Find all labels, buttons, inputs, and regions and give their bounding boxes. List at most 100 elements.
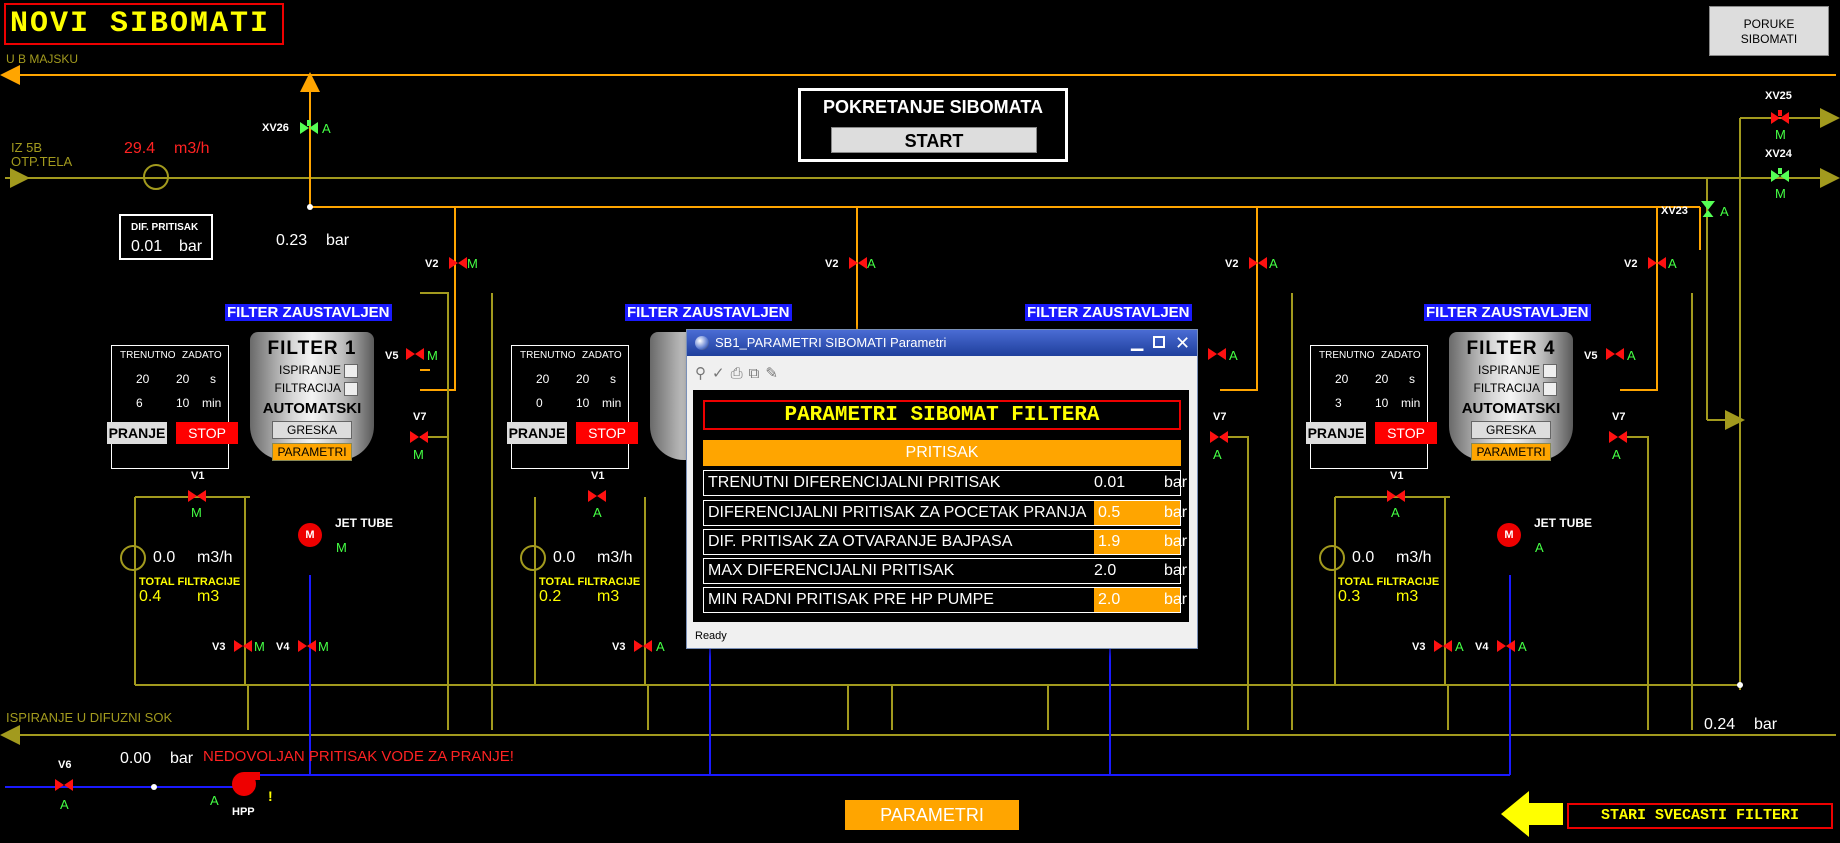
valve-xv23-label: XV23	[1661, 205, 1688, 217]
table-header-zadato: ZADATO	[182, 350, 222, 361]
filter3-v5-icon[interactable]	[1208, 346, 1226, 362]
filter1-total-value: 0.4	[139, 588, 162, 605]
filter1-v3-state: M	[254, 639, 265, 654]
filter2-pranje-button[interactable]: PRANJE	[507, 422, 567, 444]
filter1-total-unit: m3	[197, 588, 220, 605]
filter4-flow-unit: m3/h	[1396, 549, 1432, 566]
table-cell: 6	[136, 396, 143, 410]
filter1-v2-icon[interactable]	[449, 255, 467, 271]
table-cell[interactable]: 20	[576, 372, 589, 386]
filter1-vessel[interactable]: FILTER 1 ISPIRANJE FILTRACIJA AUTOMATSKI…	[250, 332, 374, 461]
filter1-filtracija-label: FILTRACIJA	[274, 380, 341, 395]
valve-xv23-icon[interactable]	[1699, 201, 1717, 217]
filter4-v7-icon[interactable]	[1609, 429, 1627, 445]
filter2-v3-icon[interactable]	[634, 638, 652, 654]
valve-xv25-label: XV25	[1765, 90, 1792, 102]
filter4-v3-icon[interactable]	[1434, 638, 1452, 654]
table-cell: 20	[136, 372, 150, 386]
filter4-v5-icon[interactable]	[1606, 346, 1624, 362]
filter4-total-value: 0.3	[1338, 588, 1361, 605]
filter1-flowmeter-icon	[120, 545, 146, 571]
filter3-v7-icon[interactable]	[1210, 429, 1228, 445]
valve-xv26-icon[interactable]	[300, 120, 318, 136]
filter2-v1-icon[interactable]	[588, 488, 606, 504]
filter4-v2-icon[interactable]	[1648, 255, 1666, 271]
filter4-parametri-button[interactable]: PARAMETRI	[1471, 442, 1551, 461]
dialog-heading: PARAMETRI SIBOMAT FILTERA	[703, 400, 1181, 430]
table-unit: s	[610, 372, 616, 386]
filter1-v4-icon[interactable]	[298, 638, 316, 654]
filter2-flowmeter-icon	[520, 545, 546, 571]
v2-label: V2	[1624, 258, 1638, 270]
print-icon[interactable]: ⎙	[731, 365, 749, 382]
filter1-stop-button[interactable]: STOP	[176, 422, 238, 444]
param-unit: bar	[1164, 474, 1188, 491]
table-cell[interactable]: 10	[1375, 396, 1388, 410]
dif-pritisak-label: DIF. PRITISAK	[131, 222, 199, 233]
filter4-motor-icon[interactable]: M	[1497, 523, 1521, 547]
v7-label: V7	[1213, 411, 1227, 423]
table-header-trenutno: TRENUTNO	[520, 350, 576, 361]
table-cell[interactable]: 10	[576, 396, 589, 410]
valve-v6-icon[interactable]	[55, 777, 73, 793]
filter1-v7-icon[interactable]	[410, 429, 428, 445]
filter2-v2-icon[interactable]	[849, 255, 867, 271]
filter1-parametri-button[interactable]: PARAMETRI	[272, 442, 352, 461]
table-unit: min	[202, 396, 222, 410]
valve-xv24-state: M	[1775, 186, 1786, 201]
hp-pump-icon[interactable]	[228, 770, 262, 798]
filter4-pranje-button[interactable]: PRANJE	[1306, 422, 1366, 444]
table-cell: 20	[536, 372, 550, 386]
table-header-zadato: ZADATO	[582, 350, 622, 361]
filter4-vessel[interactable]: FILTER 4 ISPIRANJE FILTRACIJA AUTOMATSKI…	[1449, 332, 1573, 461]
table-cell[interactable]: 20	[1375, 372, 1388, 386]
filter1-v3-icon[interactable]	[234, 638, 252, 654]
pokretanje-panel: POKRETANJE SIBOMATA START	[798, 88, 1068, 162]
table-cell: 20	[1335, 372, 1349, 386]
edit-icon[interactable]: ✎	[765, 365, 784, 382]
zoom-icon[interactable]: ⚲	[695, 365, 712, 382]
poruke-sibomati-button[interactable]: PORUKE SIBOMATI	[1709, 6, 1829, 56]
parametri-button[interactable]: PARAMETRI	[845, 800, 1019, 830]
filter3-v2-icon[interactable]	[1249, 255, 1267, 271]
table-cell[interactable]: 10	[176, 396, 189, 410]
filter1-mode: AUTOMATSKI	[262, 399, 362, 417]
filter1-greska-button[interactable]: GRESKA	[272, 420, 352, 439]
param-row: DIF. PRITISAK ZA OTVARANJE BAJPASA 1.9 b…	[703, 529, 1187, 555]
filter4-v1-state: A	[1391, 505, 1400, 520]
filter1-v1-icon[interactable]	[188, 488, 206, 504]
filter4-greska-button[interactable]: GRESKA	[1471, 420, 1551, 439]
table-unit: s	[1409, 372, 1415, 386]
filter4-v1-icon[interactable]	[1387, 488, 1405, 504]
hpp-state: A	[210, 793, 219, 808]
filter4-v4-icon[interactable]	[1497, 638, 1515, 654]
minimize-icon[interactable]: ▁	[1131, 330, 1143, 356]
start-button[interactable]: START	[831, 127, 1037, 153]
pressure-bottom-unit: bar	[170, 750, 194, 767]
stari-svecasti-filteri-button[interactable]: STARI SVECASTI FILTERI	[1567, 803, 1833, 829]
dialog-titlebar[interactable]: SB1_PARAMETRI SIBOMATI Parametri ▁ ✕	[687, 330, 1197, 356]
valve-xv24-icon[interactable]	[1771, 168, 1789, 184]
maximize-icon[interactable]	[1153, 336, 1165, 348]
filter1-motor-icon[interactable]: M	[298, 523, 322, 547]
filter1-pranje-button[interactable]: PRANJE	[107, 422, 167, 444]
check-icon[interactable]: ✓	[712, 365, 731, 382]
filter2-stop-button[interactable]: STOP	[576, 422, 638, 444]
filter1-v5-icon[interactable]	[406, 346, 424, 362]
dialog-toolbar: ⚲✓⎙⧉✎	[695, 364, 784, 382]
v7-label: V7	[413, 411, 427, 423]
filter4-total-unit: m3	[1396, 588, 1419, 605]
close-icon[interactable]: ✕	[1175, 330, 1190, 356]
inlet-flowmeter-icon	[143, 164, 169, 190]
table-cell[interactable]: 20	[176, 372, 189, 386]
filter4-timer-table: TRENUTNO ZADATO 20 20 s 3 10 min	[1310, 345, 1428, 469]
filter2-flow-value: 0.0	[553, 549, 576, 566]
v3-label: V3	[612, 641, 626, 653]
filter4-stop-button[interactable]: STOP	[1375, 422, 1437, 444]
filter1-ispiranje-checkbox	[344, 363, 358, 378]
param-value: 2.0	[1094, 562, 1117, 579]
filter3-v2-state: A	[1269, 256, 1278, 271]
valve-xv25-icon[interactable]	[1771, 110, 1789, 126]
arrow-left-icon[interactable]	[1501, 791, 1563, 837]
network-icon[interactable]: ⧉	[749, 365, 766, 382]
